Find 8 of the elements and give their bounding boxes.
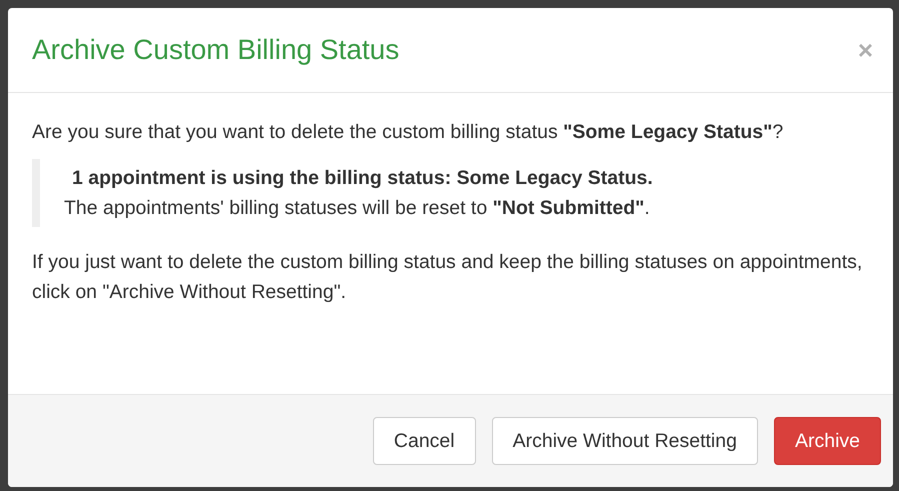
dialog-button[interactable]: Cancel (372, 417, 476, 465)
archive-button[interactable]: Archive (774, 417, 881, 465)
dialog-title: Archive Custom Billing Status (32, 34, 400, 66)
dialog-button[interactable]: Archive Without Resetting (492, 417, 758, 465)
notice-heading: 1 appointment is using the billing status: Some Legacy Status. (71, 166, 654, 191)
notice-text: The appointments' billing statuses will be reset to "Not Submitted". (64, 196, 651, 221)
hint-text: If you just want to delete the custom billing status and keep the billing statuses on appointments, click on "Archive Without Resetting". (32, 250, 864, 305)
confirmation-text: Are you sure that you want to delete the custom billing status "Some Legacy Status"? (32, 120, 784, 145)
